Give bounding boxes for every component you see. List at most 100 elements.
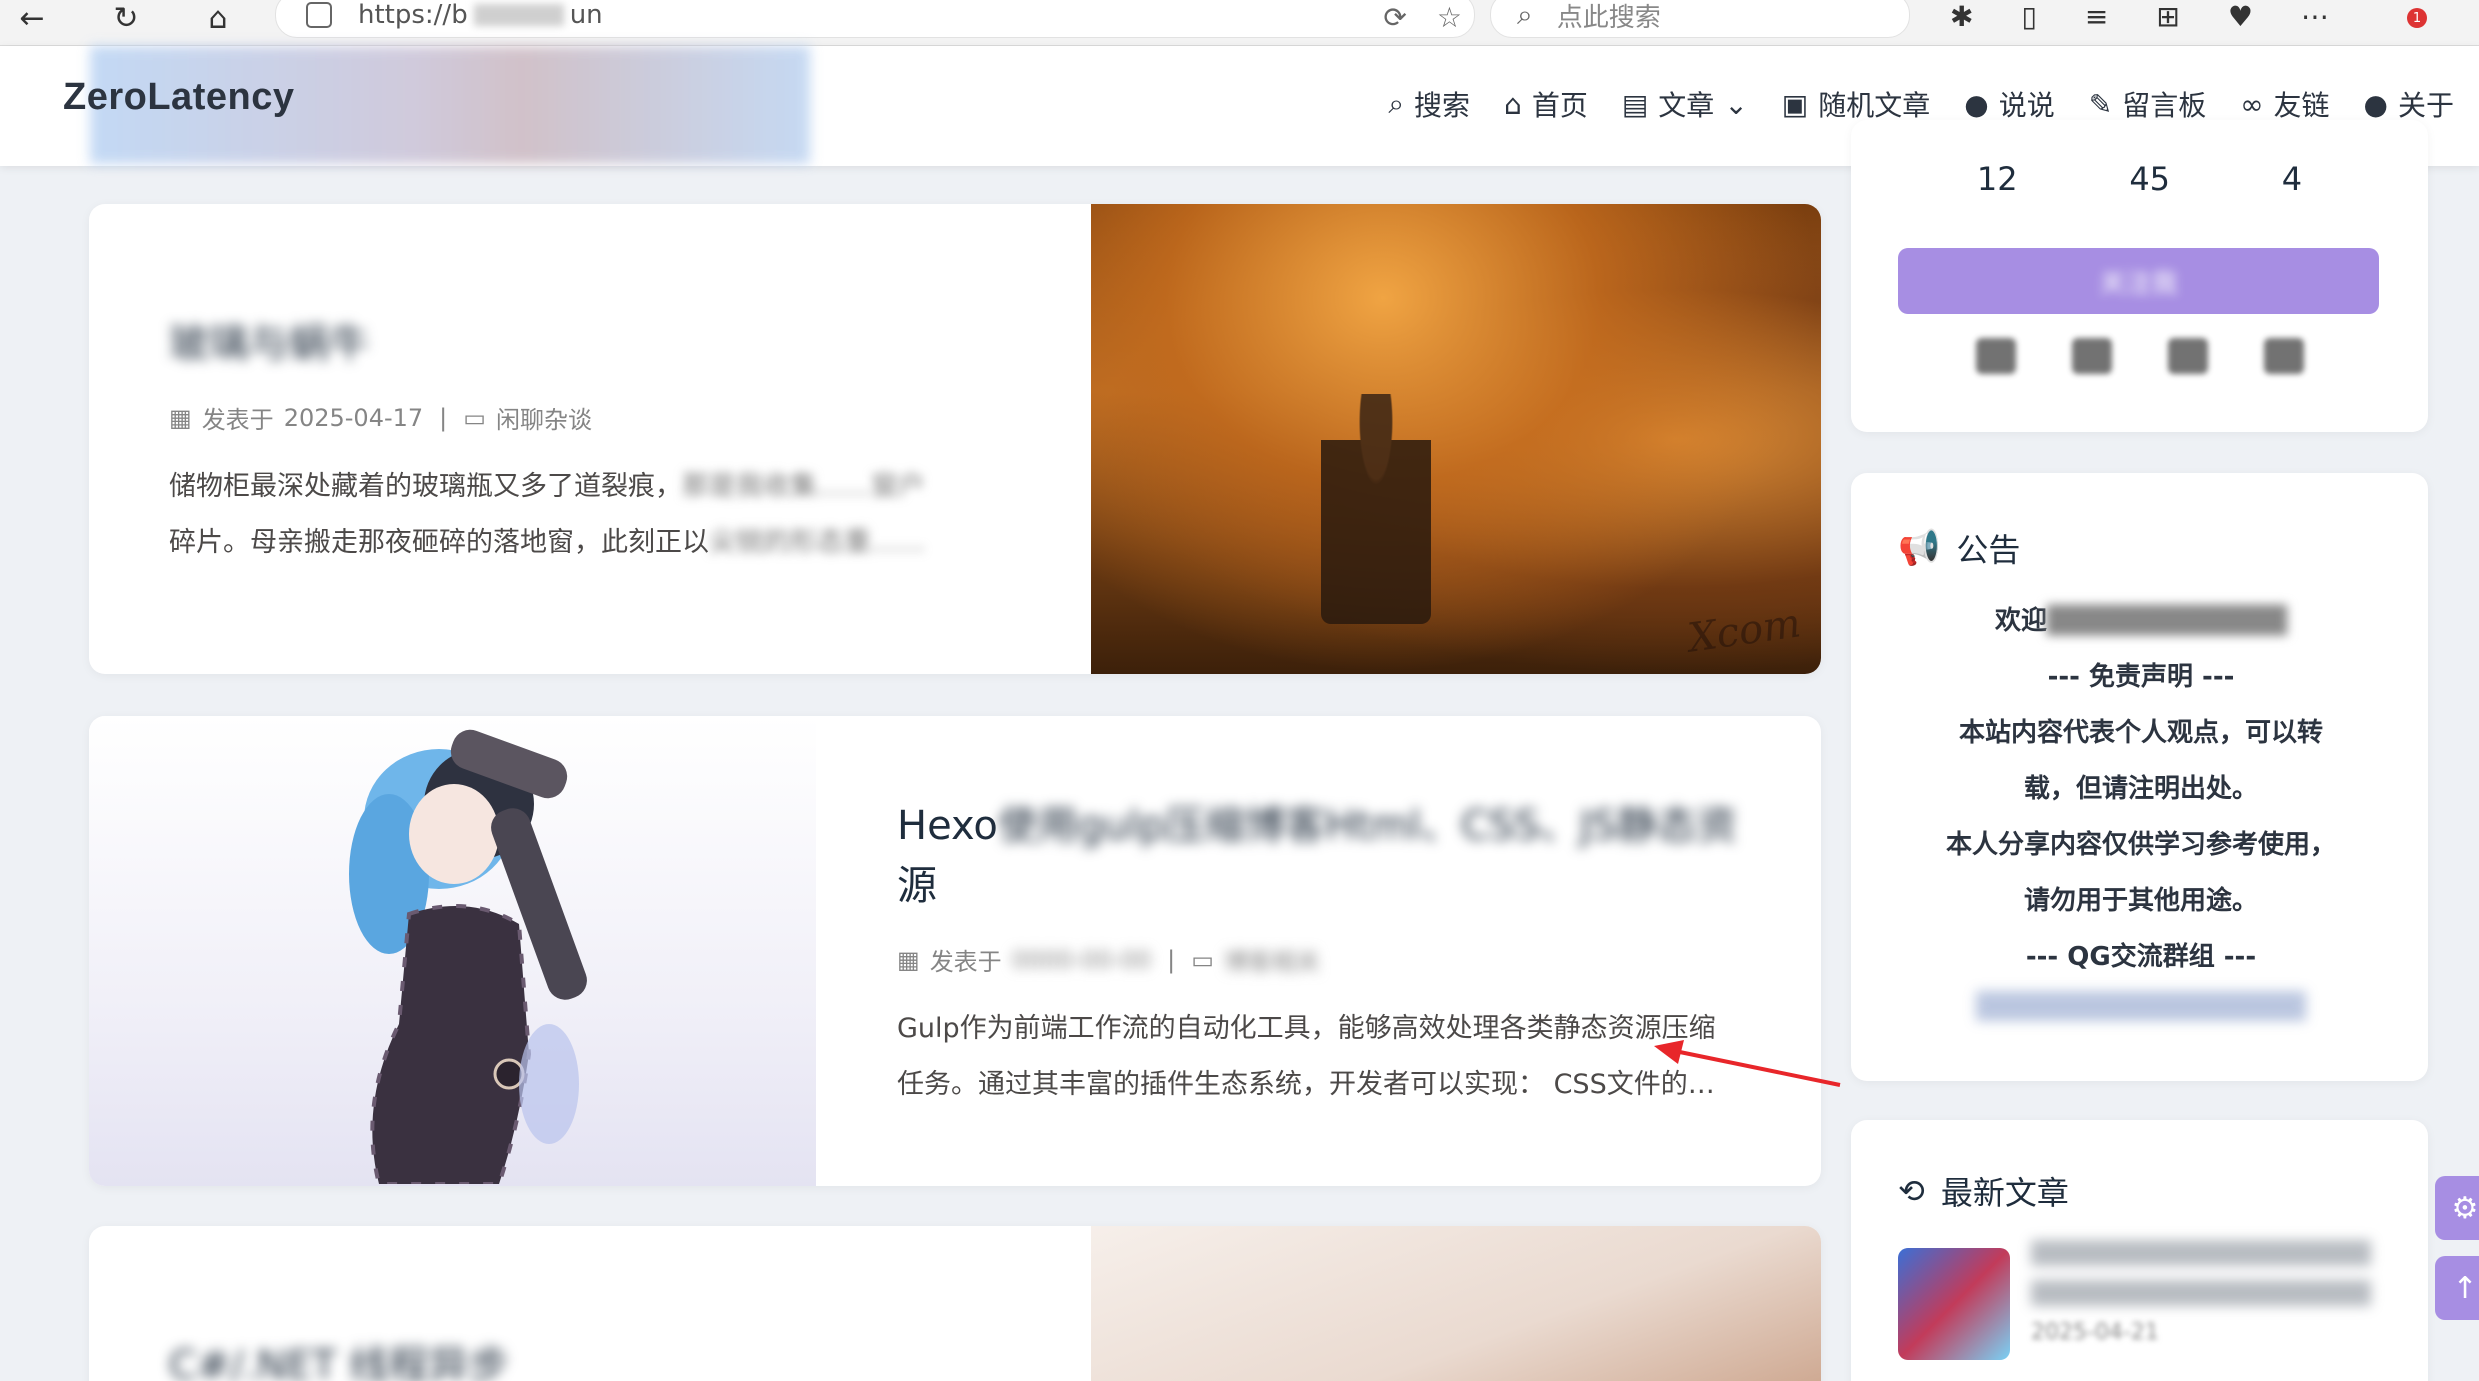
home-button-icon[interactable]: ⌂ xyxy=(196,0,240,36)
follow-button[interactable]: 关注我 xyxy=(1898,248,2379,314)
stat-categories[interactable]: 4 xyxy=(2282,160,2302,198)
url-redacted xyxy=(473,4,564,26)
nav-home[interactable]: ⌂ 首页 xyxy=(1504,84,1588,124)
folder-icon: ▭ xyxy=(463,403,486,432)
home-icon: ⌂ xyxy=(1504,87,1522,121)
author-stats: 12 45 4 xyxy=(1851,160,2428,198)
post-title[interactable]: 玻璃与蜗牛 xyxy=(169,314,1069,374)
recent-posts-title: 最新文章 xyxy=(1940,1174,2069,1212)
search-magnifier-icon: ⌕ xyxy=(1517,0,1533,31)
url-suffix: un xyxy=(569,0,603,30)
calendar-icon: ▦ xyxy=(897,945,920,974)
announcement-card: 📢 公告 欢迎████████████ --- 免责声明 --- 本站内容代表个… xyxy=(1851,473,2428,1081)
translate-icon[interactable]: ⟳ xyxy=(1383,1,1406,34)
notification-badge: 1 xyxy=(2407,8,2427,28)
chevron-down-icon: ⌄ xyxy=(1724,87,1748,121)
post-title[interactable]: Hexo使用gulp压缩博客Html、CSS、JS静态资源 xyxy=(897,796,1757,916)
post-title-redacted: 使用gulp压缩博客Html、CSS、JS静态资 xyxy=(997,803,1737,849)
post-cover-image[interactable] xyxy=(1091,1226,1821,1381)
more-menu-icon[interactable]: ⋯ xyxy=(2301,0,2329,33)
post-cover-image[interactable] xyxy=(89,716,816,1186)
qq-icon[interactable] xyxy=(2071,338,2112,374)
search-icon: ⌕ xyxy=(1388,87,1405,120)
github-icon[interactable] xyxy=(1975,338,2016,374)
excerpt-line: 任务。通过其丰富的插件生态系统，开发者可以实现： CSS文件的… xyxy=(897,1069,1715,1100)
browser-search-input[interactable]: ⌕ 点此搜索 xyxy=(1490,0,1910,38)
url-prefix: https://b xyxy=(358,0,468,30)
nav-links[interactable]: ∞ 友链 xyxy=(2240,84,2329,124)
edit-icon: ✎ xyxy=(2088,87,2113,121)
site-logo[interactable]: ZeroLatency xyxy=(63,76,294,119)
settings-float-button[interactable]: ⚙ xyxy=(2435,1176,2479,1240)
page-info-icon[interactable] xyxy=(306,2,332,28)
post-card[interactable]: C#/.NET 线程异步 xyxy=(89,1226,1821,1381)
post-card[interactable]: Hexo使用gulp压缩博客Html、CSS、JS静态资源 ▦ 发表于 0000… xyxy=(89,716,1821,1186)
post-card[interactable]: 玻璃与蜗牛 ▦ 发表于 2025-04-17 | ▭ 闲聊杂谈 储物柜最深处藏着… xyxy=(89,204,1821,674)
cover-anime-character xyxy=(349,729,587,1184)
post-cover-image[interactable]: Xcom xyxy=(1091,204,1821,674)
favorites-list-icon[interactable]: ≡ xyxy=(2085,0,2108,33)
folder-icon: ▭ xyxy=(1191,945,1214,974)
nav-guestbook[interactable]: ✎ 留言板 xyxy=(2089,84,2206,124)
post-excerpt: 储物柜最深处藏着的玻璃瓶又多了道裂痕，那是我收集……窗户 碎片。母亲搬走那夜砸碎… xyxy=(169,459,1009,571)
nav-articles[interactable]: ▤ 文章 ⌄ xyxy=(1622,84,1748,124)
post-title-start: Hexo xyxy=(897,803,998,849)
split-screen-icon[interactable]: ▯ xyxy=(2021,0,2036,33)
bus-icon: ▣ xyxy=(1781,87,1809,121)
nav-label: 关于 xyxy=(2397,89,2454,122)
post-date-prefix: 发表于 xyxy=(929,948,1002,976)
nav-shuoshuo[interactable]: ● 说说 xyxy=(1964,84,2054,124)
social-links xyxy=(1851,338,2428,374)
reload-icon[interactable]: ↻ xyxy=(104,0,148,36)
announcement-content: 欢迎████████████ --- 免责声明 --- 本站内容代表个人观点，可… xyxy=(1891,593,2391,1021)
nav-label: 首页 xyxy=(1531,89,1588,122)
history-icon: ⟲ xyxy=(1898,1172,1925,1210)
post-category[interactable]: 闲聊杂谈 xyxy=(496,400,592,435)
calendar-icon: ▦ xyxy=(169,403,192,432)
nav-label: 说说 xyxy=(1998,89,2055,122)
author-card: 12 45 4 关注我 xyxy=(1851,120,2428,432)
post-info: C#/.NET 线程异步 xyxy=(169,1336,1069,1381)
browser-essentials-icon[interactable]: ♥ xyxy=(2228,0,2253,33)
nav-label: 随机文章 xyxy=(1818,89,1931,122)
back-to-top-button[interactable]: ↑ xyxy=(2435,1256,2479,1320)
nav-label: 友链 xyxy=(2273,89,2330,122)
main-nav: ⌕ 搜索 ⌂ 首页 ▤ 文章 ⌄ ▣ 随机文章 ● 说说 ✎ 留言板 ∞ 友链 ● 关于 xyxy=(1388,84,2454,124)
extensions-puzzle-icon[interactable]: ✱ xyxy=(1950,0,1973,33)
announcement-line: 本站内容代表个人观点，可以转 xyxy=(1958,718,2323,748)
meta-divider: | xyxy=(1167,945,1176,974)
nav-about[interactable]: ● 关于 xyxy=(2364,84,2454,124)
nav-search[interactable]: ⌕ 搜索 xyxy=(1388,84,1470,124)
address-bar[interactable]: https://b un ⟳ ☆ xyxy=(275,0,1475,38)
recent-post-date: 2025-04-21 xyxy=(2031,1320,2159,1345)
excerpt-line-redacted: 那是我收集……窗户 xyxy=(682,471,925,502)
stat-articles[interactable]: 12 xyxy=(1977,160,2018,198)
post-title-end: 源 xyxy=(897,863,937,909)
extension-icons: ✱ ▯ ≡ ⊞ ♥ ⋯ xyxy=(1950,0,2329,33)
recent-posts-card: ⟲ 最新文章 2025-04-21 xyxy=(1851,1120,2428,1381)
post-title[interactable]: C#/.NET 线程异步 xyxy=(169,1336,1069,1381)
announcement-line: --- 免责声明 --- xyxy=(2047,662,2235,692)
email-icon[interactable] xyxy=(2167,338,2208,374)
group-link-redacted[interactable] xyxy=(1976,991,2306,1021)
announcement-line: --- QG交流群组 --- xyxy=(2025,942,2257,972)
search-placeholder: 点此搜索 xyxy=(1556,2,1661,33)
favorite-star-icon[interactable]: ☆ xyxy=(1437,1,1462,34)
nav-random[interactable]: ▣ 随机文章 xyxy=(1782,84,1930,124)
nav-label: 文章 xyxy=(1658,89,1715,122)
gear-icon: ⚙ xyxy=(2451,1190,2479,1226)
recent-post-thumbnail[interactable] xyxy=(1898,1248,2010,1360)
post-category[interactable]: 博客相关 xyxy=(1224,942,1320,977)
recent-post-title-redacted[interactable] xyxy=(2031,1240,2371,1310)
arrow-up-icon: ↑ xyxy=(2452,1270,2478,1306)
cover-figure xyxy=(1321,394,1431,624)
rss-icon[interactable] xyxy=(2263,338,2304,374)
collections-icon[interactable]: ⊞ xyxy=(2156,0,2179,33)
back-icon[interactable]: ← xyxy=(10,0,54,36)
meta-divider: | xyxy=(439,403,448,432)
announcement-line: 欢迎 xyxy=(1995,606,2048,636)
nav-label: 搜索 xyxy=(1414,89,1471,122)
announcement-line-redacted: ████████████ xyxy=(2047,606,2287,636)
stat-tags[interactable]: 45 xyxy=(2129,160,2170,198)
follow-label: 关注我 xyxy=(2099,268,2178,299)
